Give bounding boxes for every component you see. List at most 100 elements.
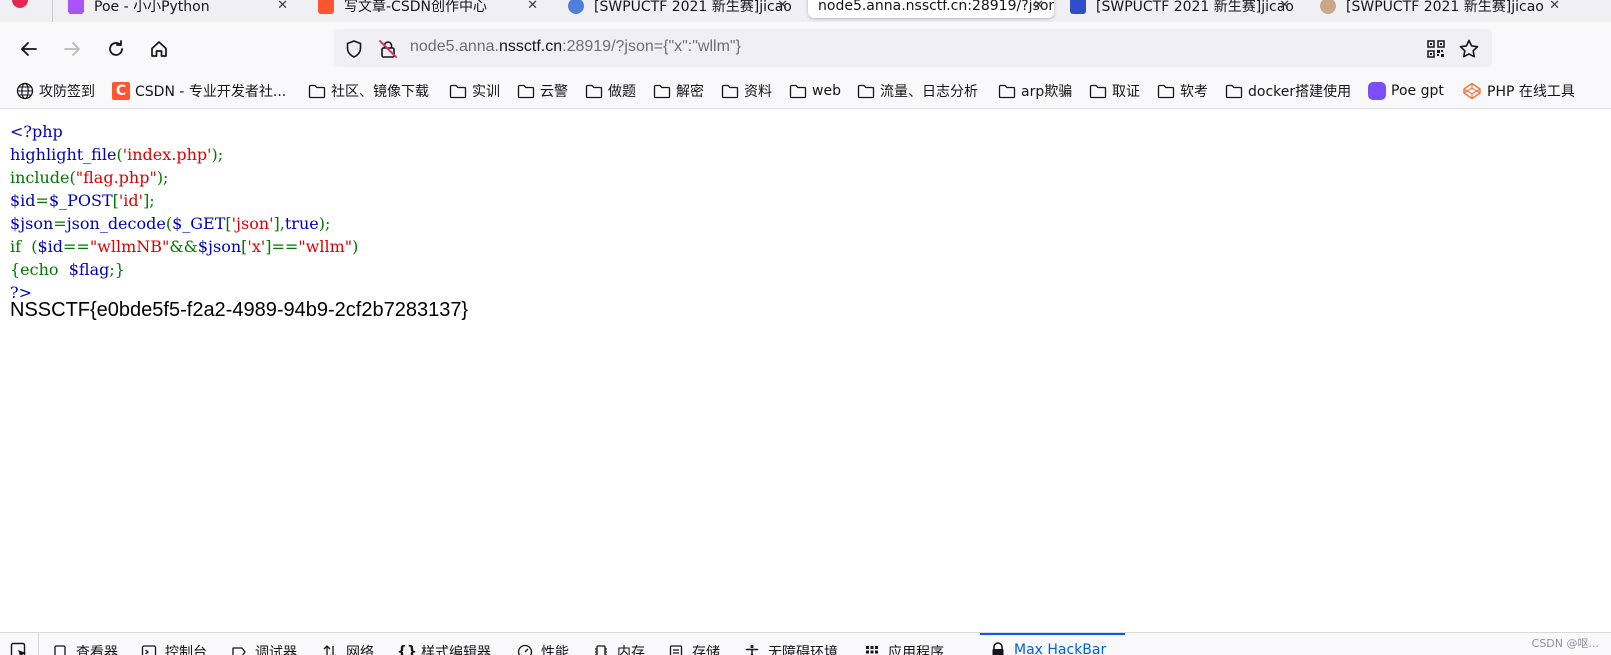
bookmark-folder[interactable]: 资料 — [721, 81, 772, 101]
firefox-view-icon[interactable] — [12, 0, 28, 8]
devtools-tab-performance[interactable]: 性能 — [517, 642, 569, 655]
bookmark-label: 实训 — [472, 84, 500, 100]
devtools-tab-label: 性能 — [541, 645, 569, 655]
element-picker-icon[interactable] — [10, 642, 28, 655]
code-token: ) — [352, 237, 359, 256]
devtools-tab-network[interactable]: 网络 — [322, 642, 374, 655]
code-token: 'id' — [118, 191, 144, 210]
bookmark-label: 资料 — [744, 84, 772, 100]
devtools-tab-max-hackbar[interactable]: Max HackBar — [990, 642, 1106, 655]
folder-icon — [449, 84, 467, 99]
bookmark-label: PHP 在线工具 — [1487, 84, 1575, 100]
nssctf-favicon-icon — [1070, 0, 1086, 14]
devtools-tab-storage[interactable]: 存储 — [668, 642, 720, 655]
bookmark-label: 社区、镜像下载 — [331, 84, 429, 100]
page-content: <?php highlight_file('index.php'); inclu… — [0, 110, 1611, 632]
accessibility-icon — [745, 644, 759, 655]
inspector-icon — [54, 645, 66, 655]
devtools-tab-console[interactable]: 控制台 — [141, 642, 207, 655]
devtools-tab-label: 内存 — [617, 645, 645, 655]
code-token: true — [284, 214, 319, 233]
devtools-tab-debugger[interactable]: 调试器 — [231, 642, 297, 655]
bookmark-folder[interactable]: 流量、日志分析 — [857, 81, 978, 101]
tab-strip: Poe - 小小Python ✕ 写文章-CSDN创作中心 ✕ [SWPUCTF… — [0, 0, 1611, 22]
devtools-tab-label: Max HackBar — [1014, 642, 1107, 655]
tab-divider — [52, 0, 53, 22]
tab-nssctf-3[interactable]: [SWPUCTF 2021 新生赛]jicao ✕ — [1310, 0, 1570, 18]
insecure-lock-icon[interactable] — [378, 39, 398, 59]
code-token: = — [53, 214, 67, 233]
forward-button[interactable] — [58, 35, 86, 63]
bookmark-item[interactable]: C CSDN - 专业开发者社... — [112, 81, 286, 101]
close-tab-icon[interactable]: ✕ — [1279, 0, 1290, 13]
qr-code-icon[interactable] — [1426, 39, 1446, 59]
folder-icon — [517, 84, 535, 99]
code-token: $id — [10, 191, 36, 210]
folder-icon — [998, 84, 1016, 99]
bookmark-star-icon[interactable] — [1458, 38, 1480, 60]
code-token: ]; — [143, 191, 155, 210]
home-icon — [151, 41, 167, 57]
bookmark-folder[interactable]: web — [789, 81, 841, 101]
code-token: "wllm" — [298, 237, 353, 256]
devtools-tab-label: 样式编辑器 — [421, 645, 491, 655]
back-button[interactable] — [15, 35, 43, 63]
active-tab-indicator — [980, 633, 1125, 635]
folder-icon — [857, 84, 875, 99]
bookmark-label: CSDN - 专业开发者社... — [135, 84, 287, 100]
code-token: 'json' — [231, 214, 274, 233]
devtools-tab-accessibility[interactable]: 无障碍环境 — [744, 642, 838, 655]
bookmark-label: 软考 — [1180, 84, 1208, 100]
bookmark-folder[interactable]: 云警 — [517, 81, 568, 101]
close-tab-icon[interactable]: ✕ — [277, 0, 288, 13]
code-token: = — [35, 191, 49, 210]
close-tab-icon[interactable]: ✕ — [527, 0, 538, 13]
bookmark-folder[interactable]: docker搭建使用 — [1225, 81, 1351, 101]
tab-title: 写文章-CSDN创作中心 — [344, 0, 487, 15]
bookmark-folder[interactable]: 取证 — [1089, 81, 1140, 101]
bookmark-folder[interactable]: 社区、镜像下载 — [308, 81, 429, 101]
devtools-tab-label: 存储 — [692, 645, 720, 655]
nssctf-favicon-icon — [568, 0, 584, 14]
tab-current-page[interactable]: node5.anna.nssctf.cn:28919/?json ✕ — [808, 0, 1054, 18]
bookmark-folder[interactable]: 解密 — [653, 81, 704, 101]
code-token: $json — [10, 214, 54, 233]
bookmark-folder[interactable]: 软考 — [1157, 81, 1208, 101]
url-suffix: :28919/?json={"x":"wllm"} — [562, 38, 741, 55]
code-token: 'index.php' — [122, 145, 212, 164]
code-token: $flag — [68, 260, 110, 279]
devtools-divider — [38, 633, 39, 655]
bookmark-folder[interactable]: 实训 — [449, 81, 500, 101]
bookmark-item[interactable]: 攻防签到 — [16, 81, 95, 101]
bookmark-folder[interactable]: 做题 — [585, 81, 636, 101]
tab-title: Poe - 小小Python — [94, 0, 210, 15]
globe-icon — [16, 82, 34, 100]
code-token: ;} — [109, 260, 125, 279]
close-tab-icon[interactable]: ✕ — [777, 0, 788, 13]
devtools-tab-inspector[interactable]: 查看器 — [52, 642, 118, 655]
navigation-toolbar: node5.anna.nssctf.cn:28919/?json={"x":"w… — [0, 22, 1611, 74]
forward-arrow-icon — [64, 42, 80, 56]
bookmark-item[interactable]: PHP 在线工具 — [1462, 81, 1575, 101]
home-button[interactable] — [145, 35, 173, 63]
reload-button[interactable] — [102, 35, 130, 63]
devtools-tab-memory[interactable]: 内存 — [593, 642, 645, 655]
bookmark-folder[interactable]: arp欺骗 — [998, 81, 1072, 101]
tab-poe[interactable]: Poe - 小小Python ✕ — [58, 0, 298, 18]
devtools-tab-style-editor[interactable]: {} 样式编辑器 — [397, 642, 491, 655]
devtools-tab-label: 网络 — [346, 645, 374, 655]
tracking-shield-icon[interactable] — [344, 39, 364, 59]
tab-nssctf-1[interactable]: [SWPUCTF 2021 新生赛]jicao ✕ — [558, 0, 798, 18]
tab-nssctf-2[interactable]: [SWPUCTF 2021 新生赛]jicao ✕ — [1060, 0, 1300, 18]
bookmark-item[interactable]: Poe gpt — [1368, 81, 1444, 101]
performance-gauge-icon — [517, 644, 533, 655]
url-text[interactable]: node5.anna.nssctf.cn:28919/?json={"x":"w… — [410, 38, 741, 56]
bookmark-label: 攻防签到 — [39, 84, 95, 100]
flag-output: NSSCTF{e0bde5f5-f2a2-4989-94b9-2cf2b7283… — [10, 299, 469, 321]
devtools-tab-application[interactable]: 应用程序 — [864, 642, 944, 655]
back-arrow-icon — [21, 42, 37, 56]
close-tab-icon[interactable]: ✕ — [1549, 0, 1560, 13]
address-bar[interactable]: node5.anna.nssctf.cn:28919/?json={"x":"w… — [334, 29, 1492, 67]
tab-csdn-editor[interactable]: 写文章-CSDN创作中心 ✕ — [308, 0, 548, 18]
close-tab-icon[interactable]: ✕ — [1033, 0, 1044, 13]
